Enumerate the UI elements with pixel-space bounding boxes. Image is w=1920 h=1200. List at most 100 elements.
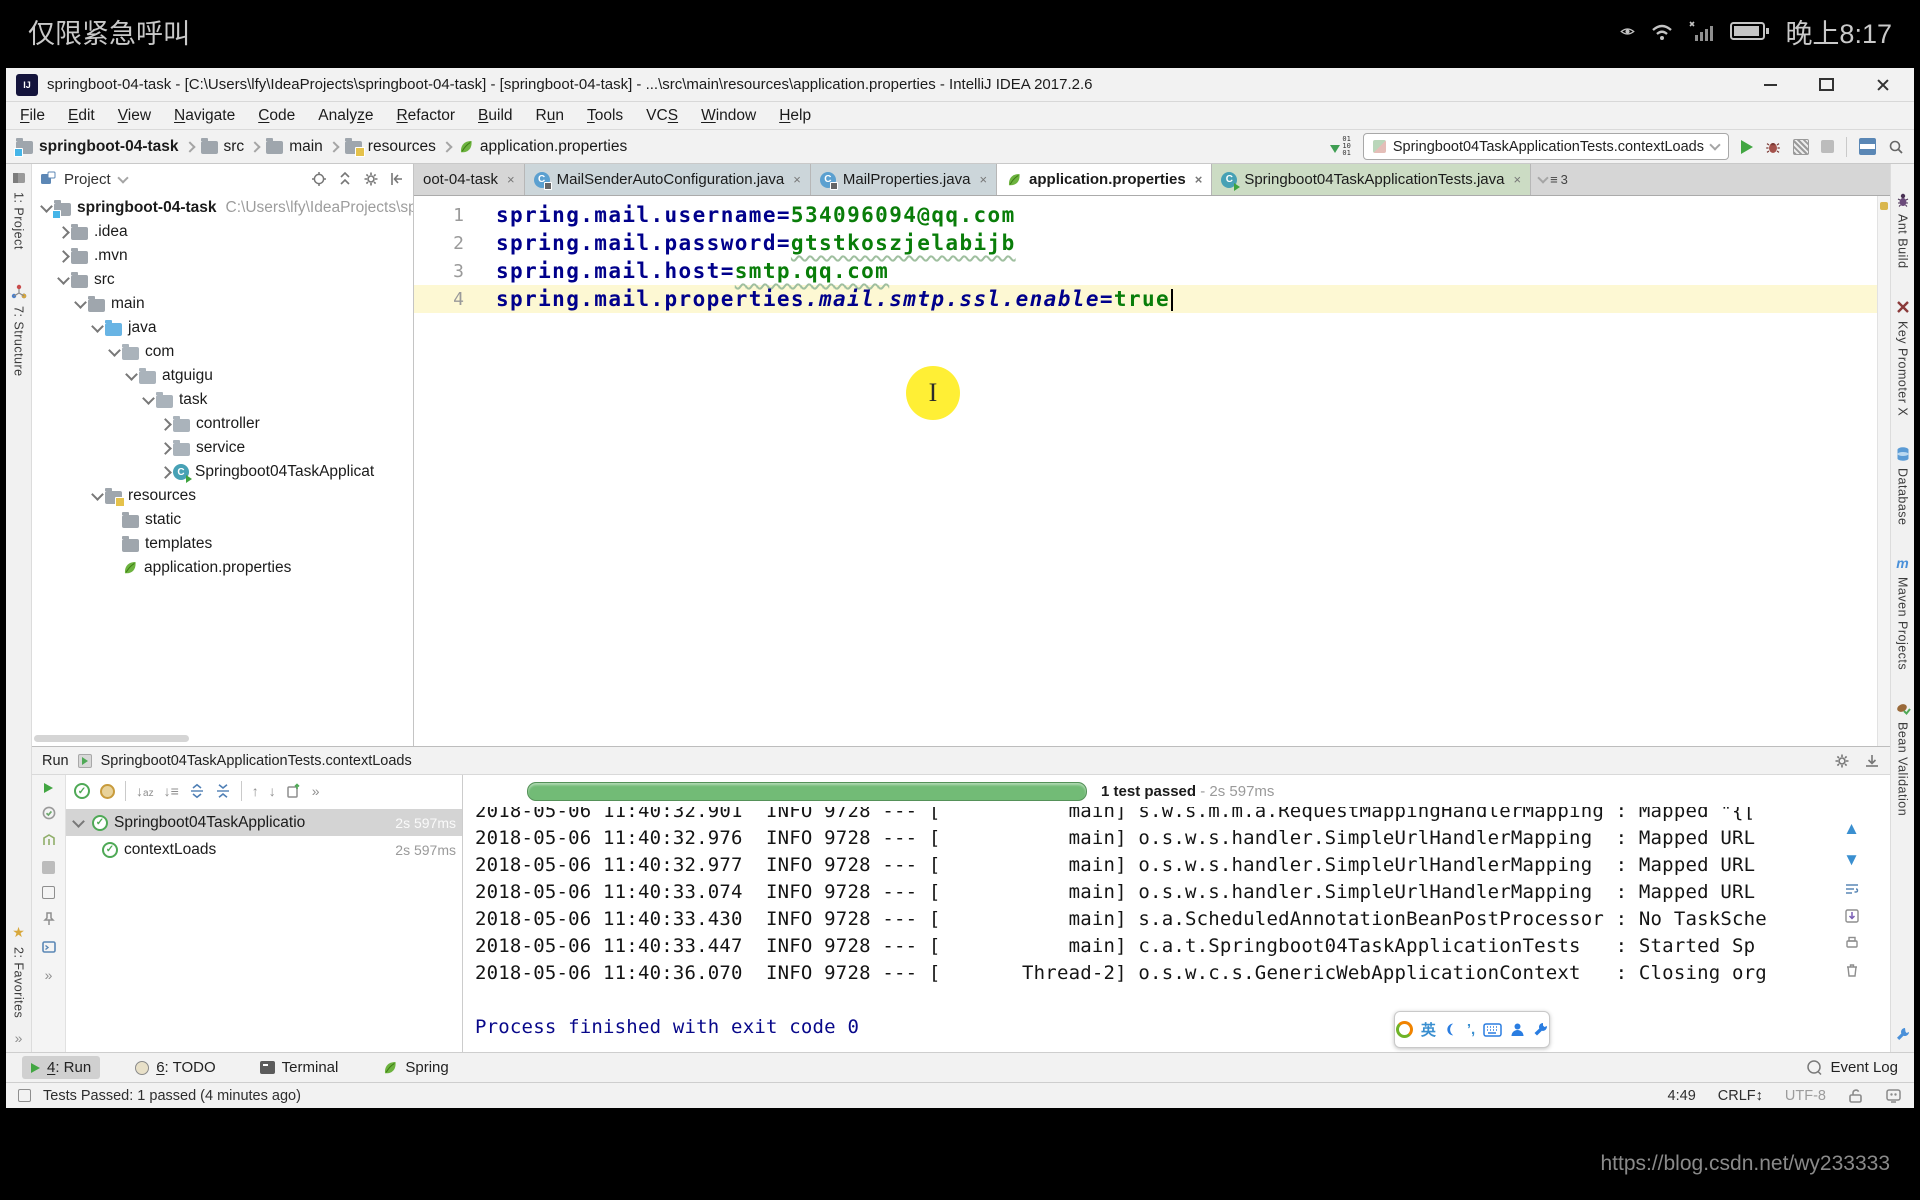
debug-button[interactable] [1765, 139, 1781, 155]
line-separator-indicator[interactable]: CRLF↕ [1718, 1088, 1763, 1104]
project-tree-item[interactable]: resources [32, 484, 413, 508]
chevron-right-icon[interactable] [159, 466, 172, 479]
next-test-button[interactable]: ↓ [269, 783, 276, 799]
close-button[interactable] [1876, 78, 1890, 92]
editor-tab[interactable]: oot-04-task× [414, 164, 525, 195]
stop-process-button[interactable] [42, 861, 55, 874]
toolwindow-button-6-todo[interactable]: 6: TODO [126, 1056, 224, 1079]
tool-stripe-item[interactable]: Ant Build [1895, 192, 1911, 269]
toolwindow-button-terminal[interactable]: Terminal [251, 1056, 348, 1079]
tool-stripe-item[interactable]: mMaven Projects [1896, 555, 1910, 670]
toolwindow-button-4-run[interactable]: 4: Run [22, 1056, 100, 1079]
toggle-auto-test-button[interactable] [41, 833, 57, 849]
pin-tab-button[interactable] [41, 911, 57, 927]
sogou-ime-icon[interactable] [1396, 1021, 1413, 1038]
editor-tab[interactable]: CMailSenderAutoConfiguration.java× [525, 164, 811, 195]
search-everywhere-icon[interactable] [1888, 139, 1904, 155]
print-button[interactable] [1844, 935, 1860, 951]
chevron-right-icon[interactable] [57, 250, 70, 263]
chevron-right-icon[interactable] [159, 418, 172, 431]
project-tree-item[interactable]: application.properties [32, 556, 413, 580]
editor-content[interactable]: 1spring.mail.username=534096094@qq.com2s… [414, 196, 1890, 746]
menu-window[interactable]: Window [701, 107, 756, 125]
project-tree-item[interactable]: atguigu [32, 364, 413, 388]
sort-alphabetically-button[interactable]: ↓az [136, 783, 154, 799]
chevron-down-icon[interactable] [57, 272, 70, 285]
editor-tab[interactable]: application.properties× [997, 164, 1212, 195]
menu-build[interactable]: Build [478, 107, 512, 125]
tool-stripe-item[interactable]: 1: Project [11, 170, 27, 250]
editor-scrollbar[interactable] [1877, 196, 1890, 746]
project-tree-item[interactable]: com [32, 340, 413, 364]
menu-code[interactable]: Code [258, 107, 295, 125]
menu-file[interactable]: File [20, 107, 45, 125]
settings-gear-icon[interactable] [363, 171, 379, 187]
collapse-all-icon[interactable] [337, 171, 353, 187]
editor-line[interactable]: 4spring.mail.properties.mail.smtp.ssl.en… [414, 285, 1890, 313]
menu-vcs[interactable]: VCS [646, 107, 678, 125]
ime-toolbar[interactable]: 英 ’, [1394, 1011, 1550, 1048]
menu-run[interactable]: Run [536, 107, 564, 125]
chevron-down-icon[interactable] [40, 200, 53, 213]
project-tree-item[interactable]: .idea [32, 220, 413, 244]
event-log-button[interactable]: Event Log [1806, 1059, 1898, 1076]
hector-inspections-icon[interactable] [1885, 1088, 1902, 1104]
show-passed-filter-button[interactable]: ✓ [74, 783, 90, 799]
caret-position-indicator[interactable]: 4:49 [1668, 1088, 1696, 1104]
rerun-failed-tests-button[interactable] [41, 805, 57, 821]
test-tree-item[interactable]: ✓Springboot04TaskApplicatio2s 597ms [66, 809, 462, 836]
tool-stripe-item[interactable]: Database [1895, 446, 1911, 526]
locate-file-icon[interactable] [311, 171, 327, 187]
service-wrench-icon[interactable] [1895, 1026, 1911, 1042]
breadcrumb-item[interactable]: src [201, 138, 245, 156]
encoding-indicator[interactable]: UTF-8 [1785, 1088, 1826, 1104]
project-tree-item[interactable]: src [32, 268, 413, 292]
stripe-more-icon[interactable]: » [15, 1030, 23, 1046]
chevron-down-icon[interactable] [91, 320, 104, 333]
chevron-down-icon[interactable] [142, 392, 155, 405]
project-tree-item[interactable]: static [32, 508, 413, 532]
console-view-button[interactable] [41, 939, 57, 955]
ime-fullhalf-moon-icon[interactable] [1444, 1022, 1459, 1037]
ime-keyboard-icon[interactable] [1483, 1023, 1502, 1037]
chevron-down-icon[interactable] [125, 368, 138, 381]
console-output[interactable]: 2018-05-06 11:40:32.901 INFO 9728 --- [ … [463, 807, 1890, 1052]
tool-stripe-item[interactable]: Bean Validation [1895, 700, 1911, 816]
lock-icon[interactable] [1848, 1088, 1863, 1104]
rerun-button[interactable] [44, 783, 53, 793]
layout-grid-icon[interactable] [1859, 138, 1876, 155]
project-tree-item[interactable]: controller [32, 412, 413, 436]
window-titlebar[interactable]: IJ springboot-04-task - [C:\Users\lfy\Id… [6, 68, 1914, 102]
breadcrumb-item[interactable]: resources [345, 138, 436, 156]
chevron-down-icon[interactable] [91, 488, 104, 501]
project-tree-item[interactable]: templates [32, 532, 413, 556]
hide-panel-icon[interactable] [389, 171, 405, 187]
close-tab-icon[interactable]: × [507, 172, 515, 187]
export-test-results-button[interactable] [286, 783, 302, 799]
expand-all-button[interactable] [189, 783, 205, 799]
menu-refactor[interactable]: Refactor [396, 107, 455, 125]
ime-punctuation-toggle[interactable]: ’, [1467, 1021, 1475, 1038]
editor-line[interactable]: 3spring.mail.host=smtp.qq.com [414, 257, 1890, 285]
sort-by-duration-button[interactable]: ↓≡ [164, 783, 179, 799]
collapse-all-button[interactable] [215, 783, 231, 799]
menu-analyze[interactable]: Analyze [318, 107, 373, 125]
project-tree-item[interactable]: CSpringboot04TaskApplicat [32, 460, 413, 484]
tool-stripe-item[interactable]: 7: Structure [11, 284, 27, 377]
ime-wrench-icon[interactable] [1533, 1022, 1548, 1037]
soft-wrap-button[interactable] [1844, 881, 1860, 897]
maximize-button[interactable] [1819, 78, 1834, 91]
project-tree-item[interactable]: service [32, 436, 413, 460]
clear-console-button[interactable] [1844, 962, 1860, 978]
chevron-down-icon[interactable] [108, 344, 121, 357]
close-tab-icon[interactable]: × [979, 172, 987, 187]
test-tree-item[interactable]: ✓contextLoads2s 597ms [66, 836, 462, 863]
chevron-down-icon[interactable] [117, 172, 128, 183]
bytecode-sort-icon[interactable]: 011001 [1330, 136, 1350, 157]
up-stacktrace-button[interactable]: ▲ [1843, 819, 1860, 839]
horizontal-scrollbar[interactable] [34, 735, 189, 742]
toolwindow-button-spring[interactable]: Spring [373, 1056, 457, 1079]
editor-line[interactable]: 1spring.mail.username=534096094@qq.com [414, 201, 1890, 229]
minimize-button[interactable] [1764, 84, 1777, 86]
more-options-button[interactable]: » [45, 967, 53, 983]
